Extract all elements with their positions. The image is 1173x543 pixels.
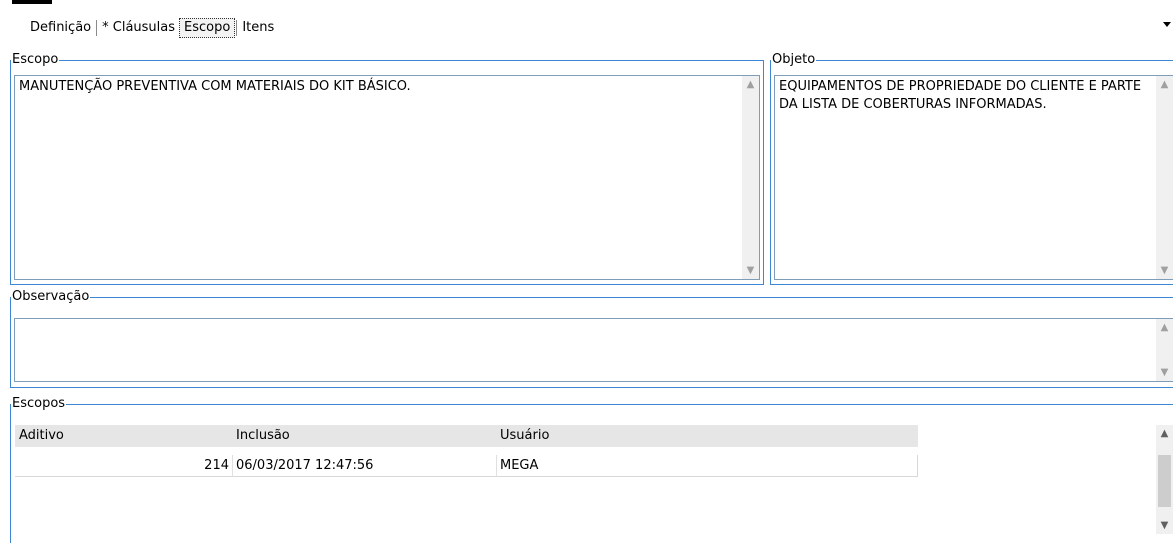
observacao-legend: Observação <box>12 289 90 304</box>
cell-aditivo: 214 <box>204 458 229 473</box>
objeto-scrollbar[interactable]: ▲ ▼ <box>1156 76 1173 279</box>
chevron-up-icon[interactable]: ▲ <box>742 76 759 93</box>
tab-clausulas[interactable]: * Cláusulas <box>98 18 179 38</box>
column-header-aditivo[interactable]: Aditivo <box>19 425 64 447</box>
tab-separator <box>96 20 98 36</box>
column-header-usuario[interactable]: Usuário <box>500 425 549 447</box>
observacao-memo[interactable]: ▲ ▼ <box>14 318 1173 382</box>
chevron-up-icon[interactable]: ▲ <box>1156 319 1173 336</box>
window-title-fragment <box>12 0 52 4</box>
cell-inclusao: 06/03/2017 12:47:56 <box>236 458 374 473</box>
escopo-legend: Escopo <box>12 52 59 67</box>
tab-escopo[interactable]: Escopo <box>179 18 236 38</box>
scrollbar-thumb[interactable] <box>1158 455 1171 507</box>
tab-bar: Definição * Cláusulas Escopo Itens <box>26 17 278 39</box>
chevron-down-icon[interactable]: ▼ <box>1156 262 1173 279</box>
observacao-scrollbar[interactable]: ▲ ▼ <box>1156 319 1173 381</box>
dropdown-arrow-icon[interactable] <box>1163 22 1171 27</box>
objeto-memo[interactable]: EQUIPAMENTOS DE PROPRIEDADE DO CLIENTE E… <box>774 75 1173 280</box>
cell-usuario: MEGA <box>500 458 539 473</box>
chevron-up-icon[interactable]: ▲ <box>1156 425 1173 442</box>
objeto-legend: Objeto <box>772 52 816 67</box>
chevron-down-icon[interactable]: ▼ <box>1156 517 1173 534</box>
escopo-memo[interactable]: MANUTENÇÃO PREVENTIVA COM MATERIAIS DO K… <box>14 75 760 280</box>
objeto-text: EQUIPAMENTOS DE PROPRIEDADE DO CLIENTE E… <box>779 79 1142 112</box>
tab-itens[interactable]: Itens <box>238 18 278 38</box>
chevron-up-icon[interactable]: ▲ <box>1156 76 1173 93</box>
column-header-inclusao[interactable]: Inclusão <box>236 425 290 447</box>
chevron-down-icon[interactable]: ▼ <box>742 262 759 279</box>
escopos-legend: Escopos <box>12 396 66 411</box>
escopo-text: MANUTENÇÃO PREVENTIVA COM MATERIAIS DO K… <box>19 79 411 94</box>
column-divider <box>496 455 497 477</box>
escopos-scrollbar[interactable]: ▲ ▼ <box>1156 425 1173 534</box>
tab-definicao[interactable]: Definição <box>26 18 95 38</box>
tab-separator <box>236 20 238 36</box>
escopo-scrollbar[interactable]: ▲ ▼ <box>742 76 759 279</box>
column-divider <box>232 455 233 477</box>
grid-header: Aditivo Inclusão Usuário <box>15 425 918 447</box>
chevron-down-icon[interactable]: ▼ <box>1156 364 1173 381</box>
table-row[interactable]: 214 06/03/2017 12:47:56 MEGA <box>15 455 918 477</box>
